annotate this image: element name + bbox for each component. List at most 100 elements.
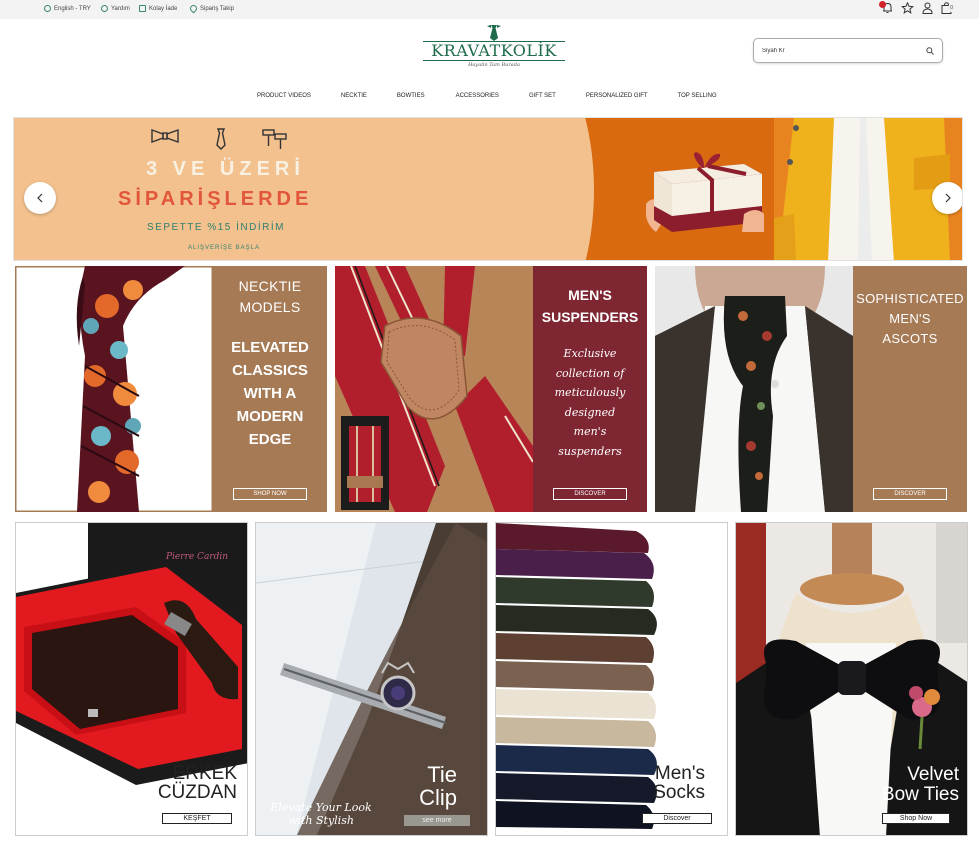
ascots-title-line1: SOPHISTICATED bbox=[856, 291, 964, 306]
return-icon bbox=[139, 5, 146, 12]
order-tracking-link[interactable]: Sipariş Takip bbox=[188, 3, 234, 14]
suspenders-text-panel: MEN'S SUSPENDERS Exclusive collection of… bbox=[533, 266, 647, 512]
necktie-title-line2: MODELS bbox=[239, 299, 301, 315]
tieclip-script-text: Elevate Your Look with Stylish bbox=[266, 801, 376, 827]
search-input[interactable] bbox=[762, 45, 912, 57]
nav-item-bowties[interactable]: BOWTIES bbox=[397, 93, 425, 99]
suspenders-title-line1: MEN'S bbox=[568, 287, 612, 303]
discover-suspenders-button[interactable]: DISCOVER bbox=[553, 488, 627, 500]
ascots-title-line2: MEN'S bbox=[889, 311, 931, 326]
shop-now-bowtie-button[interactable]: Shop Now bbox=[882, 813, 950, 824]
necktie-title-line1: NECKTIE bbox=[238, 278, 302, 294]
order-tracking-label: Sipariş Takip bbox=[200, 5, 234, 12]
language-selector[interactable]: English - TRY bbox=[44, 5, 91, 12]
tieclip-caption: Tie Clip bbox=[419, 763, 457, 809]
necktie-headline-line3: WITH A bbox=[243, 385, 297, 402]
easy-return-label: Kolay İade bbox=[149, 5, 178, 12]
site-header: KRAVATKOLİK Hayalin Tam Burada PRODUCT V… bbox=[13, 19, 975, 115]
hero-product-icons bbox=[150, 128, 288, 150]
category-ascots-card[interactable]: SOPHISTICATED MEN'S ASCOTS DISCOVER bbox=[655, 266, 967, 512]
product-tieclip-card[interactable]: Tie Clip Elevate Your Look with Stylish … bbox=[255, 522, 488, 836]
category-suspenders-card[interactable]: MEN'S SUSPENDERS Exclusive collection of… bbox=[335, 266, 647, 512]
nav-item-product-videos[interactable]: PRODUCT VIDEOS bbox=[257, 93, 311, 99]
account-button[interactable] bbox=[922, 2, 933, 14]
see-more-button[interactable]: see more bbox=[404, 815, 470, 826]
search-box bbox=[753, 38, 943, 63]
search-icon[interactable] bbox=[926, 47, 934, 55]
top-utility-bar: English - TRY Yardım Kolay İade Sipariş … bbox=[0, 0, 979, 19]
help-link[interactable]: Yardım bbox=[101, 5, 130, 12]
suspenders-desc-line1: Exclusive bbox=[563, 347, 617, 360]
help-label: Yardım bbox=[111, 5, 130, 12]
easy-return-link[interactable]: Kolay İade bbox=[139, 5, 177, 12]
hero-next-button[interactable] bbox=[932, 182, 962, 214]
location-pin-icon bbox=[188, 3, 199, 14]
nav-item-accessories[interactable]: ACCESSORIES bbox=[456, 93, 499, 99]
gift-box-image bbox=[646, 152, 764, 232]
user-icon bbox=[922, 2, 933, 14]
hero-cta-link[interactable]: ALIŞVERİŞE BAŞLA bbox=[188, 245, 260, 251]
suspenders-desc-line6: suspenders bbox=[558, 444, 622, 458]
nav-item-top-selling[interactable]: TOP SELLING bbox=[678, 93, 717, 99]
product-wallet-card[interactable]: Pierre Cardin ERKEK CÜZDAN KEŞFET bbox=[15, 522, 248, 836]
header-icons: 0 bbox=[879, 1, 955, 14]
cart-button[interactable]: 0 bbox=[941, 2, 955, 14]
bowtie-caption: Velvet Bow Ties bbox=[882, 765, 959, 805]
notification-button[interactable] bbox=[879, 1, 893, 14]
discover-socks-button[interactable]: Discover bbox=[642, 813, 712, 824]
necktie-text-panel: NECKTIE MODELS ELEVATED CLASSICS WITH A … bbox=[213, 266, 327, 512]
necktie-headline-line2: CLASSICS bbox=[232, 362, 308, 379]
kesfet-button[interactable]: KEŞFET bbox=[162, 813, 232, 824]
socks-caption-line1: Men's bbox=[654, 763, 705, 784]
hero-discount-text: SEPETTE %15 İNDİRİM bbox=[147, 222, 285, 233]
product-socks-card[interactable]: Men's Socks Discover bbox=[495, 522, 728, 836]
hero-banner[interactable]: 3 VE ÜZERİ SİPARİŞLERDE SEPETTE %15 İNDİ… bbox=[13, 117, 963, 261]
tieclip-caption-line1: Tie bbox=[427, 762, 457, 787]
help-icon bbox=[101, 5, 108, 12]
hero-prev-button[interactable] bbox=[24, 182, 56, 214]
chevron-left-icon bbox=[37, 193, 43, 203]
pierre-cardin-logo: Pierre Cardin bbox=[165, 552, 228, 562]
shop-now-button[interactable]: SHOP NOW bbox=[233, 488, 307, 500]
suspenders-desc-line5: men's bbox=[573, 425, 607, 438]
suspenders-desc-line3: meticulously bbox=[554, 386, 626, 399]
ascot-model-image bbox=[655, 266, 853, 512]
suspenders-image bbox=[335, 266, 533, 512]
socks-caption-line2: Socks bbox=[653, 782, 705, 803]
language-label: English - TRY bbox=[54, 5, 91, 12]
wallet-caption-line2: CÜZDAN bbox=[157, 782, 237, 803]
floral-necktie-image bbox=[15, 266, 213, 512]
ascots-text-panel: SOPHISTICATED MEN'S ASCOTS DISCOVER bbox=[853, 266, 967, 512]
necktie-headline-line1: ELEVATED bbox=[231, 339, 309, 356]
nav-item-gift-set[interactable]: GIFT SET bbox=[529, 93, 556, 99]
necktie-logo-icon bbox=[487, 25, 501, 41]
wallet-caption: ERKEK CÜZDAN bbox=[158, 764, 237, 802]
category-necktie-card[interactable]: NECKTIE MODELS ELEVATED CLASSICS WITH A … bbox=[15, 266, 327, 512]
ascots-title-line3: ASCOTS bbox=[882, 331, 938, 346]
tieclip-caption-line2: Clip bbox=[419, 785, 457, 810]
wallet-caption-line1: ERKEK bbox=[172, 763, 237, 784]
bowtie-caption-line1: Velvet bbox=[907, 764, 959, 785]
favorites-button[interactable] bbox=[901, 2, 915, 14]
cart-count-badge: 0 bbox=[948, 4, 955, 12]
brand-name: KRAVATKOLİK bbox=[423, 41, 565, 61]
nav-item-personalized-gift[interactable]: PERSONALIZED GIFT bbox=[586, 93, 648, 99]
necktie-icon bbox=[216, 128, 226, 150]
brand-logo[interactable]: KRAVATKOLİK Hayalin Tam Burada bbox=[423, 25, 565, 75]
bowtie-caption-line2: Bow Ties bbox=[881, 784, 959, 805]
hero-headline-2: SİPARİŞLERDE bbox=[118, 188, 313, 210]
product-bowtie-card[interactable]: Velvet Bow Ties Shop Now bbox=[735, 522, 968, 836]
necktie-headline-line4: MODERN bbox=[236, 408, 304, 425]
main-navigation: PRODUCT VIDEOS NECKTIE BOWTIES ACCESSORI… bbox=[257, 93, 717, 99]
socks-caption: Men's Socks bbox=[653, 764, 705, 802]
globe-icon bbox=[44, 5, 51, 12]
tieclip-script-line1: Elevate Your Look bbox=[270, 801, 372, 814]
hero-peach-curve bbox=[354, 118, 594, 260]
suspenders-desc-line2: collection of bbox=[555, 366, 625, 380]
suspenders-title-line2: SUSPENDERS bbox=[541, 309, 639, 325]
hero-headline-1: 3 VE ÜZERİ bbox=[146, 158, 305, 180]
discover-ascots-button[interactable]: DISCOVER bbox=[873, 488, 947, 500]
bowtie-icon bbox=[151, 129, 179, 143]
nav-item-necktie[interactable]: NECKTIE bbox=[341, 93, 367, 99]
brand-tagline: Hayalin Tam Burada bbox=[468, 62, 520, 68]
